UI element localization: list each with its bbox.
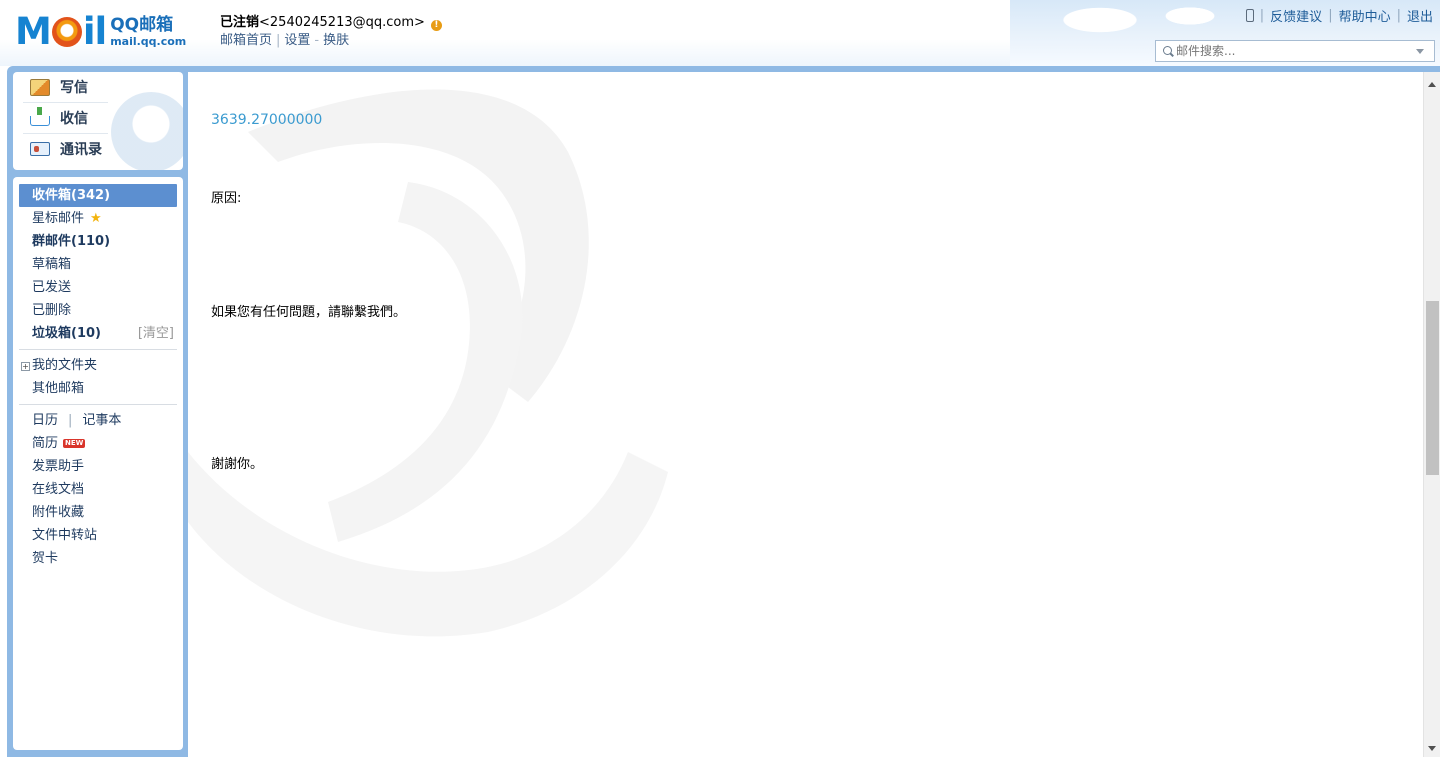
logo-o-icon	[51, 17, 82, 47]
account-email: <2540245213@qq.com>	[259, 15, 425, 30]
scroll-up-arrow-icon[interactable]	[1428, 82, 1436, 87]
receive-button[interactable]: 收信	[13, 103, 183, 133]
contacts-card-icon	[30, 142, 50, 156]
folder-starred[interactable]: 星标邮件 ★	[13, 207, 183, 230]
contacts-label: 通讯录	[60, 142, 102, 158]
folder-sent[interactable]: 已发送	[13, 276, 183, 299]
quick-actions-panel: 写信 收信 通讯录	[13, 72, 183, 170]
file-transfer-link[interactable]: 文件中转站	[13, 524, 183, 547]
top-bar: Mil QQ邮箱 mail.qq.com 已注销<2540245213@qq.c…	[0, 0, 1440, 66]
greeting-card-link[interactable]: 贺卡	[13, 547, 183, 570]
new-badge: NEW	[63, 439, 86, 448]
folder-deleted[interactable]: 已删除	[13, 299, 183, 322]
expand-plus-icon[interactable]: +	[21, 362, 30, 371]
mobile-phone-icon[interactable]	[1245, 9, 1254, 22]
account-name: 已注销	[220, 15, 260, 30]
compose-icon	[30, 78, 50, 96]
folder-inbox[interactable]: 收件箱(342)	[19, 184, 177, 207]
scroll-down-arrow-icon[interactable]	[1428, 746, 1436, 751]
change-skin-link[interactable]: 换肤	[323, 33, 349, 48]
thanks-text: 謝謝你。	[211, 457, 264, 472]
mail-content-area: 3639.27000000 原因: 如果您有任何問題，請聯繫我們。 謝謝你。	[188, 72, 1440, 757]
contacts-button[interactable]: 通讯录	[13, 134, 183, 164]
inbox-download-icon	[30, 107, 50, 126]
compose-label: 写信	[60, 80, 88, 96]
account-info: 已注销<2540245213@qq.com>! 邮箱首页 | 设置 - 换肤	[220, 14, 442, 50]
receive-label: 收信	[60, 111, 88, 127]
calendar-notes-row: 日历 | 记事本	[32, 413, 122, 428]
content-scrollbar[interactable]	[1423, 72, 1440, 757]
mailbox-home-link[interactable]: 邮箱首页	[220, 33, 272, 48]
compose-button[interactable]: 写信	[13, 72, 183, 102]
mail-search-box[interactable]	[1155, 40, 1435, 62]
empty-spam-link[interactable]: [清空]	[138, 322, 174, 345]
folder-spam[interactable]: 垃圾箱(10) [清空]	[13, 322, 183, 345]
search-icon[interactable]	[1156, 41, 1176, 61]
logo-domain: mail.qq.com	[110, 35, 187, 48]
mail-search-input[interactable]	[1176, 42, 1412, 60]
top-links: | 反馈建议 | 帮助中心 | 退出	[1245, 6, 1433, 25]
settings-link[interactable]: 设置	[284, 33, 310, 48]
other-mailbox[interactable]: 其他邮箱	[13, 377, 183, 400]
scrollbar-thumb[interactable]	[1426, 301, 1439, 475]
reason-label: 原因:	[211, 191, 242, 206]
contact-us-text: 如果您有任何問題，請聯繫我們。	[211, 305, 407, 320]
online-docs-link[interactable]: 在线文档	[13, 478, 183, 501]
star-icon: ★	[90, 211, 102, 226]
feedback-link[interactable]: 反馈建议	[1270, 6, 1322, 25]
chevron-down-icon[interactable]	[1416, 48, 1424, 54]
calendar-link[interactable]: 日历	[32, 413, 58, 428]
amount-text: 3639.27000000	[211, 112, 323, 128]
warning-icon[interactable]: !	[430, 20, 442, 31]
logo-mail-wordmark: Mil	[15, 10, 107, 53]
help-center-link[interactable]: 帮助中心	[1339, 6, 1391, 25]
folder-group-mail[interactable]: 群邮件(110)	[13, 230, 183, 253]
resume-link[interactable]: 简历 NEW	[13, 432, 183, 455]
logout-link[interactable]: 退出	[1407, 6, 1433, 25]
qq-mail-logo[interactable]: Mil QQ邮箱 mail.qq.com	[15, 12, 186, 52]
attachment-collection-link[interactable]: 附件收藏	[13, 501, 183, 524]
watermark-logo	[188, 89, 668, 637]
notes-link[interactable]: 记事本	[82, 413, 121, 428]
invoice-assistant-link[interactable]: 发票助手	[13, 455, 183, 478]
folder-nav: 收件箱(342) 星标邮件 ★ 群邮件(110) 草稿箱 已发送 已删除 垃圾箱(…	[13, 177, 183, 750]
logo-product-name: QQ邮箱	[110, 15, 174, 35]
my-folders[interactable]: + 我的文件夹	[13, 354, 183, 377]
folder-drafts[interactable]: 草稿箱	[13, 253, 183, 276]
